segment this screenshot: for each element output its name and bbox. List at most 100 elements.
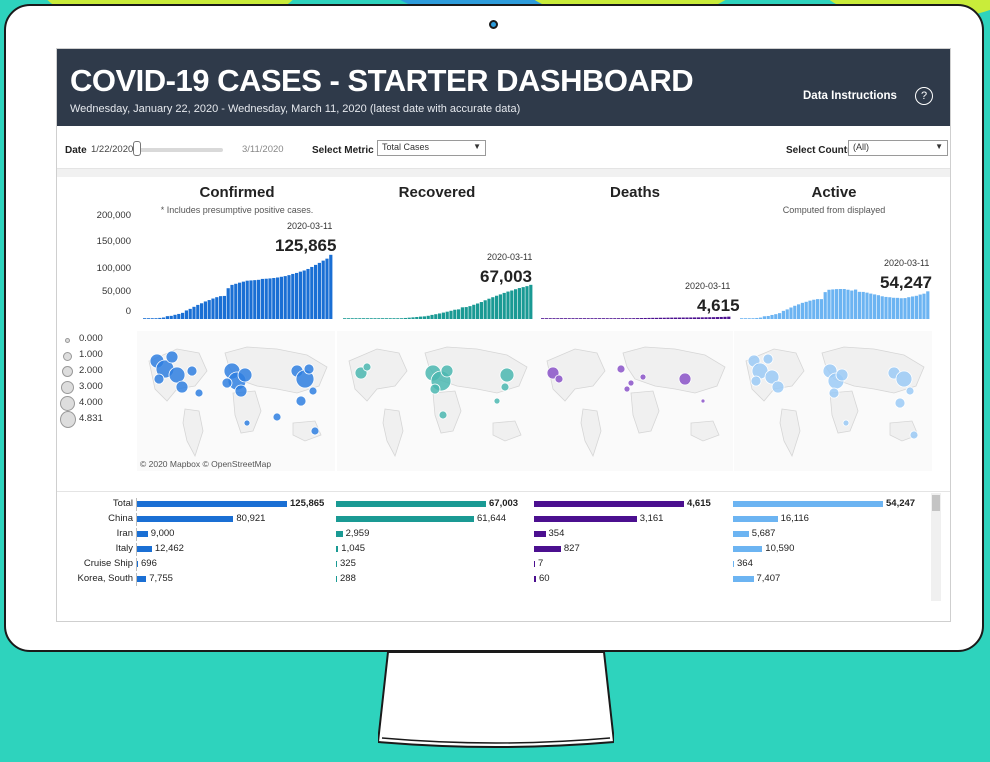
map-bubble[interactable] (616, 364, 626, 374)
chart-bar (674, 317, 678, 319)
chart-bar (468, 306, 472, 319)
chart-bar (502, 292, 506, 319)
map-bubble[interactable] (828, 387, 840, 399)
chart-bar (329, 254, 333, 319)
chart-bar (544, 318, 548, 319)
help-icon[interactable]: ? (915, 87, 933, 105)
map-bubble[interactable] (639, 373, 647, 381)
chart-bar (506, 291, 510, 319)
chart-bar (411, 317, 415, 319)
map-bubble[interactable] (842, 419, 850, 427)
map-bubble[interactable] (194, 388, 204, 398)
panel-value: 125,865 (275, 236, 337, 255)
table-scrollbar-thumb[interactable] (932, 495, 940, 511)
chart-bar (453, 309, 457, 319)
chart-bar (582, 318, 586, 319)
map-bubble[interactable] (310, 426, 320, 436)
chart-bar (268, 278, 272, 319)
table-row[interactable]: Cruise Ship 696 325 7 364 (57, 558, 937, 571)
map-bubble[interactable] (762, 353, 774, 365)
map-bubble[interactable] (221, 377, 233, 389)
map-size-legend: 0.000 1.000 2.000 3.000 4.000 4.831 (60, 331, 136, 441)
chart-bar (666, 317, 670, 319)
chart-bar (854, 289, 858, 319)
table-row[interactable]: Korea, South 7,755 288 60 7,407 (57, 573, 937, 586)
chart-bar (552, 318, 556, 319)
table-value: 60 (539, 573, 550, 584)
map-bubble[interactable] (272, 412, 282, 422)
map-bubble[interactable] (678, 372, 692, 386)
data-instructions-link[interactable]: Data Instructions (803, 90, 897, 102)
table-row[interactable]: Iran 9,000 2,959 354 5,687 (57, 528, 937, 541)
country-select[interactable]: (All) ▼ (848, 140, 948, 156)
map-bubble[interactable] (499, 367, 515, 383)
chart-bar (560, 318, 564, 319)
map-bubble[interactable] (700, 398, 706, 404)
map-bubble[interactable] (771, 380, 785, 394)
map-bubble[interactable] (186, 365, 198, 377)
map-bubble[interactable] (438, 410, 448, 420)
table-value: 7 (538, 558, 544, 569)
map-land (232, 390, 262, 434)
table-row[interactable]: Total 125,865 67,003 4,615 54,247 (57, 498, 937, 511)
table-row[interactable]: Italy 12,462 1,045 827 10,590 (57, 543, 937, 556)
table-value: 364 (737, 558, 753, 569)
chart-bar (617, 318, 621, 319)
chart-bar (369, 318, 373, 319)
map-bubble[interactable] (234, 384, 248, 398)
recovered-panel: Recovered 2020-03-11 67,003 (337, 179, 537, 324)
chart-bar (918, 294, 922, 319)
map-bubble[interactable] (165, 350, 179, 364)
table-value: 3,161 (639, 513, 664, 524)
chart-bar (211, 298, 215, 319)
y-tick-label: 0 (125, 306, 131, 317)
active-chart (740, 289, 930, 319)
map-bubble[interactable] (175, 380, 189, 394)
map-bubble[interactable] (909, 430, 919, 440)
active-map[interactable] (734, 331, 932, 471)
chart-bar (715, 317, 719, 319)
map-bubble[interactable] (295, 395, 307, 407)
map-bubble[interactable] (493, 397, 501, 405)
metric-select-label: Select Metric (312, 145, 374, 156)
map-bubble[interactable] (243, 419, 251, 427)
chart-bar (479, 302, 483, 319)
map-bubble[interactable] (894, 397, 906, 409)
map-bubble[interactable] (627, 379, 635, 387)
recovered-map[interactable] (337, 331, 535, 471)
table-bar (534, 561, 535, 567)
date-slider-handle[interactable] (133, 141, 141, 156)
map-bubble[interactable] (623, 385, 631, 393)
map-land (182, 408, 204, 458)
table-row[interactable]: China 80,921 61,644 3,161 16,116 (57, 513, 937, 526)
map-bubble[interactable] (303, 363, 315, 375)
map-bubble[interactable] (237, 367, 253, 383)
table-value: 696 (141, 558, 157, 569)
table-bar (534, 516, 637, 522)
deaths-map[interactable] (535, 331, 733, 471)
map-bubble[interactable] (308, 386, 318, 396)
recovered-cell: 288 (336, 573, 532, 586)
map-bubble[interactable] (153, 373, 165, 385)
map-bubble[interactable] (500, 382, 510, 392)
confirmed-map[interactable]: © 2020 Mapbox © OpenStreetMap (137, 331, 335, 471)
map-bubble[interactable] (168, 366, 186, 384)
map-bubble[interactable] (905, 386, 915, 396)
chart-bar (314, 264, 318, 319)
chart-bar (188, 308, 192, 319)
map-bubble[interactable] (440, 364, 454, 378)
chart-bar (693, 317, 697, 319)
chart-bar (241, 281, 245, 319)
metric-select[interactable]: Total Cases ▼ (377, 140, 486, 156)
table-value: 1,045 (341, 543, 366, 554)
date-slider-track[interactable] (135, 148, 223, 152)
map-bubble[interactable] (429, 383, 441, 395)
map-bubble[interactable] (750, 375, 762, 387)
map-attribution: © 2020 Mapbox © OpenStreetMap (140, 459, 272, 469)
map-bubble[interactable] (554, 374, 564, 384)
map-bubble[interactable] (835, 368, 849, 382)
chart-bar (895, 297, 899, 319)
table-bar (733, 501, 883, 507)
map-bubble[interactable] (895, 370, 913, 388)
map-bubble[interactable] (362, 362, 372, 372)
